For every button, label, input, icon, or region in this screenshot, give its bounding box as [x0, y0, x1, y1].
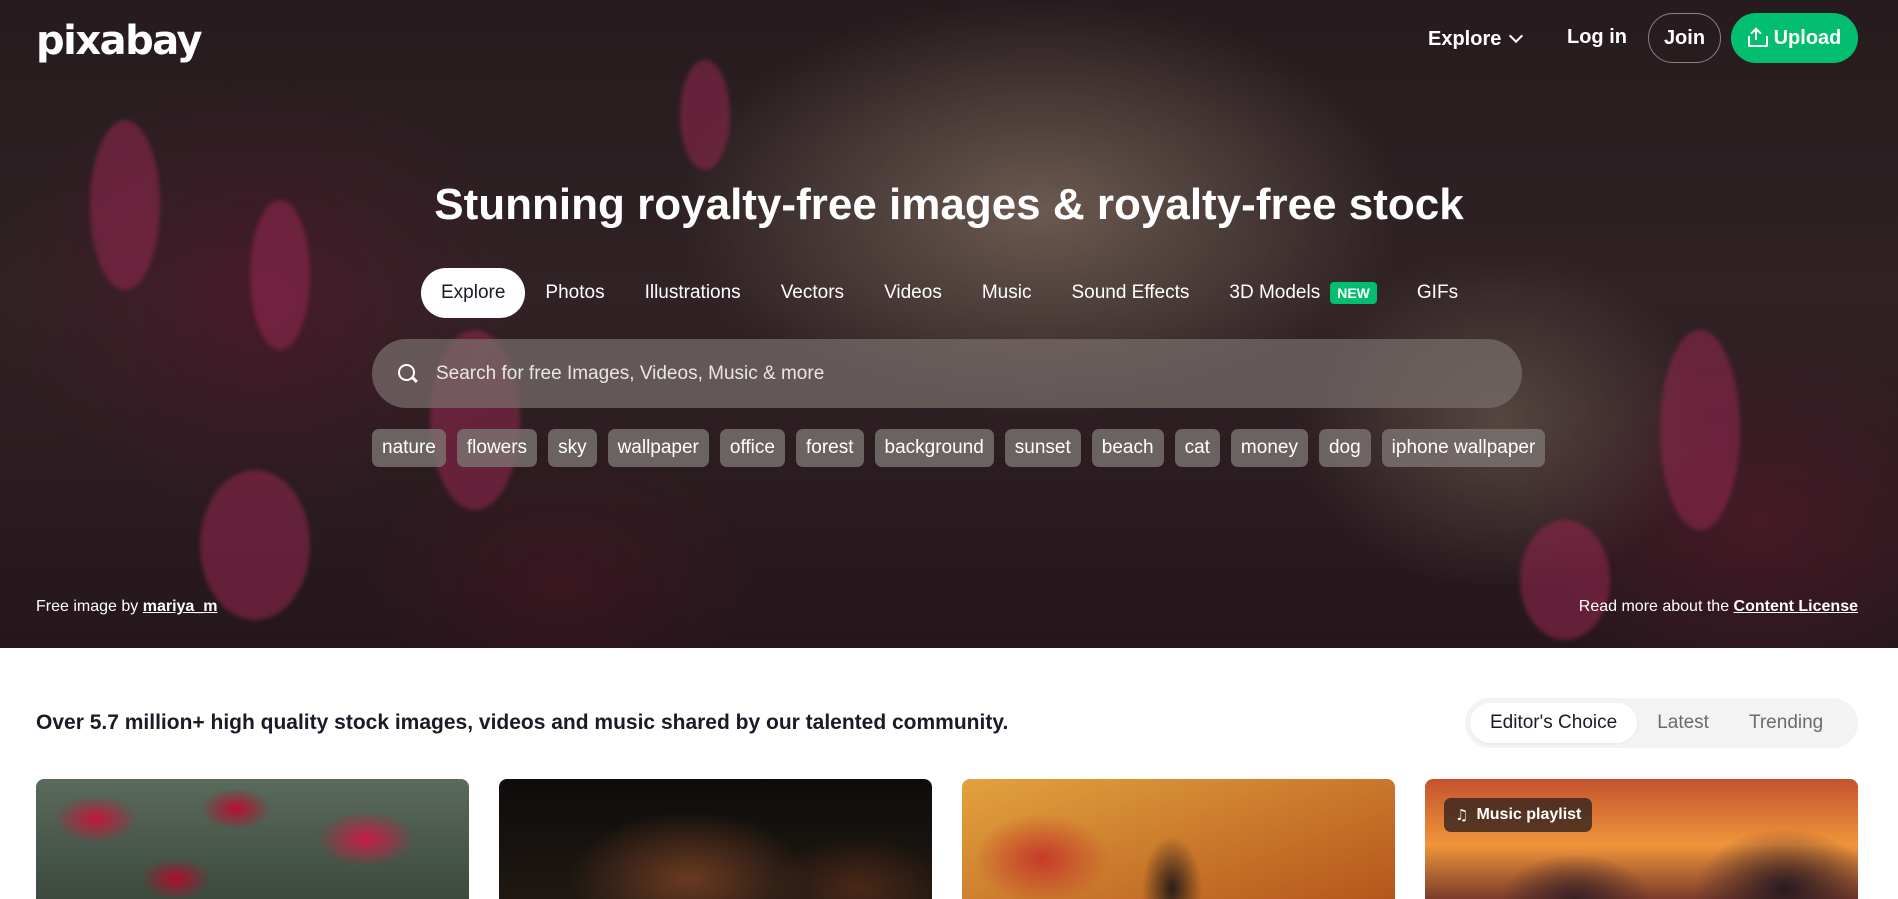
gallery-card-music-playlist[interactable]: ♫ Music playlist [1425, 779, 1858, 899]
tab-sound-effects[interactable]: Sound Effects [1051, 268, 1209, 318]
tag-chip-wallpaper[interactable]: wallpaper [607, 429, 709, 467]
music-playlist-badge: ♫ Music playlist [1444, 798, 1593, 832]
tag-chip-background[interactable]: background [874, 429, 994, 467]
new-badge: NEW [1330, 282, 1377, 304]
join-button[interactable]: Join [1648, 13, 1721, 63]
license-note: Read more about the Content License [1579, 598, 1858, 616]
explore-menu-label: Explore [1428, 27, 1502, 50]
explore-menu-button[interactable]: Explore [1428, 22, 1524, 56]
gallery-card-autumn-leaf[interactable] [499, 779, 932, 899]
license-note-prefix: Read more about the [1578, 598, 1734, 615]
image-credit-prefix: Free image by [36, 598, 143, 615]
tab-music[interactable]: Music [962, 268, 1052, 318]
content-license-link[interactable]: Content License [1734, 598, 1858, 615]
chevron-down-icon [1509, 28, 1524, 44]
tag-chip-beach[interactable]: beach [1091, 429, 1164, 467]
tab-videos[interactable]: Videos [864, 268, 962, 318]
sort-editors-choice[interactable]: Editor's Choice [1470, 703, 1638, 743]
tab-3d-models[interactable]: 3D Models NEW [1209, 268, 1397, 318]
tab-3d-models-label: 3D Models [1229, 282, 1321, 303]
tag-chip-sky[interactable]: sky [548, 429, 597, 467]
sort-toggle: Editor's Choice Latest Trending [1465, 698, 1858, 748]
upload-label: Upload [1773, 26, 1842, 49]
tab-illustrations[interactable]: Illustrations [625, 268, 761, 318]
background-flower [680, 60, 730, 170]
gallery-card-animal[interactable] [962, 779, 1395, 899]
tag-chip-sunset[interactable]: sunset [1004, 429, 1081, 467]
tab-photos[interactable]: Photos [525, 268, 624, 318]
music-note-icon: ♫ [1455, 806, 1469, 824]
image-credit: Free image by mariya_m [36, 598, 217, 616]
upload-button[interactable]: Upload [1731, 13, 1858, 63]
tab-explore[interactable]: Explore [421, 268, 526, 318]
search-icon[interactable] [398, 363, 418, 384]
popular-tags: nature flowers sky wallpaper office fore… [372, 429, 1546, 467]
tag-chip-dog[interactable]: dog [1318, 429, 1371, 467]
tab-vectors[interactable]: Vectors [761, 268, 864, 318]
background-flower [1660, 330, 1740, 530]
image-author-link[interactable]: mariya_m [143, 598, 218, 615]
tag-chip-iphone-wallpaper[interactable]: iphone wallpaper [1381, 429, 1546, 467]
hero-banner: pixabay Explore Log in Join Upload Stunn… [0, 0, 1898, 648]
tag-chip-money[interactable]: money [1230, 429, 1308, 467]
background-flower [1520, 520, 1610, 640]
community-tagline: Over 5.7 million+ high quality stock ima… [36, 711, 1009, 734]
tab-gifs[interactable]: GIFs [1397, 268, 1478, 318]
pixabay-logo[interactable]: pixabay [36, 18, 203, 64]
tag-chip-office[interactable]: office [719, 429, 785, 467]
search-bar [372, 339, 1522, 408]
tag-chip-forest[interactable]: forest [795, 429, 864, 467]
media-type-tabs: Explore Photos Illustrations Vectors Vid… [421, 268, 1478, 318]
login-link[interactable]: Log in [1567, 26, 1627, 49]
search-input[interactable] [436, 362, 1522, 385]
upload-icon [1747, 27, 1768, 47]
tag-chip-flowers[interactable]: flowers [456, 429, 538, 467]
tag-chip-nature[interactable]: nature [372, 429, 446, 467]
sort-trending[interactable]: Trending [1729, 703, 1843, 743]
hero-headline: Stunning royalty-free images & royalty-f… [434, 180, 1464, 229]
tag-chip-cat[interactable]: cat [1174, 429, 1220, 467]
music-playlist-label: Music playlist [1476, 806, 1582, 823]
sort-latest[interactable]: Latest [1637, 703, 1729, 743]
gallery-card-red-leaves[interactable] [36, 779, 469, 899]
